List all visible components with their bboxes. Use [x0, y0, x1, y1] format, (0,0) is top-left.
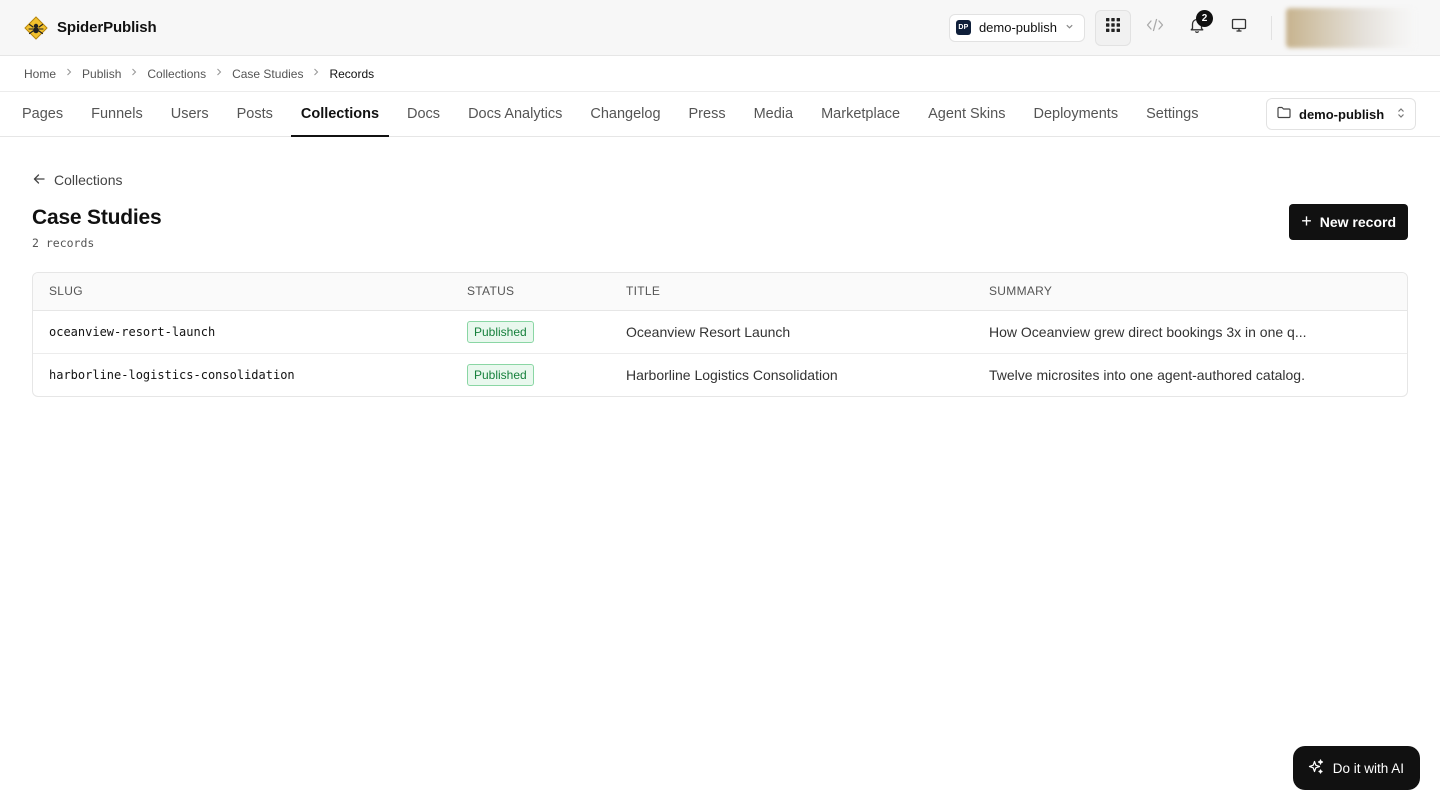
status-badge: Published [467, 363, 534, 386]
tab-docs[interactable]: Docs [393, 92, 454, 136]
column-header-status[interactable]: STATUS [451, 273, 610, 311]
tab-media[interactable]: Media [740, 92, 808, 136]
breadcrumb-records: Records [329, 66, 375, 81]
tab-users[interactable]: Users [157, 92, 223, 136]
tab-funnels[interactable]: Funnels [77, 92, 157, 136]
sparkles-icon [1308, 758, 1324, 778]
brand-name: SpiderPublish [57, 19, 157, 36]
chevron-right-icon [65, 68, 73, 79]
tab-deployments[interactable]: Deployments [1019, 92, 1132, 136]
project-switcher[interactable]: DP demo-publish [948, 13, 1085, 42]
plus-icon: + [1301, 211, 1312, 231]
preview-button[interactable] [1221, 10, 1257, 46]
column-header-slug[interactable]: SLUG [33, 273, 451, 311]
tab-marketplace[interactable]: Marketplace [807, 92, 914, 136]
breadcrumb-collections[interactable]: Collections [147, 67, 206, 81]
cell-status: Published [451, 352, 610, 396]
main-content: Collections Case Studies 2 records + New… [0, 137, 1440, 397]
code-button[interactable] [1137, 10, 1173, 46]
tab-collections[interactable]: Collections [287, 92, 393, 137]
topbar-actions: DP demo-publish 2 [948, 7, 1416, 48]
back-link-label: Collections [54, 172, 123, 188]
project-badge: DP [955, 20, 971, 35]
tab-changelog[interactable]: Changelog [576, 92, 674, 136]
cell-summary: How Oceanview grew direct bookings 3x in… [989, 323, 1307, 340]
tab-posts[interactable]: Posts [223, 92, 287, 136]
brand[interactable]: SpiderPublish [24, 15, 157, 40]
notifications-button[interactable]: 2 [1179, 9, 1215, 46]
cell-slug: harborline-logistics-consolidation [33, 352, 451, 396]
table-row[interactable]: harborline-logistics-consolidation Publi… [33, 352, 1407, 396]
monitor-icon [1231, 17, 1247, 38]
records-table: SLUG STATUS TITLE SUMMARY oceanview-reso… [32, 272, 1408, 397]
chevron-down-icon [1065, 22, 1074, 34]
chevron-right-icon [312, 68, 320, 79]
topbar-divider [1271, 15, 1272, 40]
tab-agent-skins[interactable]: Agent Skins [914, 92, 1019, 136]
code-icon [1146, 18, 1164, 37]
cell-title: Oceanview Resort Launch [626, 323, 791, 340]
new-record-label: New record [1319, 214, 1396, 230]
tab-pages[interactable]: Pages [8, 92, 77, 136]
column-header-summary[interactable]: SUMMARY [973, 273, 1407, 311]
user-avatar[interactable] [1286, 7, 1416, 48]
chevron-right-icon [130, 68, 138, 79]
chevron-up-down-icon [1397, 107, 1405, 122]
spider-logo-icon [24, 15, 48, 40]
record-count: 2 records [32, 236, 95, 250]
workspace-select-label: demo-publish [1299, 106, 1385, 122]
cell-summary: Twelve microsites into one agent-authore… [973, 352, 1407, 396]
table-header-row: SLUG STATUS TITLE SUMMARY [33, 273, 1407, 311]
status-badge: Published [467, 320, 534, 343]
ai-button-label: Do it with AI [1332, 760, 1404, 776]
back-to-collections-link[interactable]: Collections [32, 171, 1408, 189]
folder-icon [1277, 106, 1291, 122]
apps-grid-icon [1106, 18, 1120, 37]
breadcrumb-case-studies[interactable]: Case Studies [232, 67, 303, 81]
do-it-with-ai-button[interactable]: Do it with AI [1292, 746, 1420, 790]
apps-grid-button[interactable] [1095, 9, 1131, 46]
arrow-left-icon [32, 172, 46, 189]
top-bar: SpiderPublish DP demo-publish 2 [0, 0, 1440, 56]
page-header: Case Studies 2 records + New record [32, 204, 1408, 250]
cell-title: Harborline Logistics Consolidation [610, 352, 973, 396]
project-switcher-label: demo-publish [978, 20, 1057, 35]
page-title: Case Studies [32, 206, 162, 229]
table-row[interactable]: oceanview-resort-launch Published Oceanv… [33, 310, 1407, 353]
notification-count-badge: 2 [1196, 9, 1213, 27]
tab-docs-analytics[interactable]: Docs Analytics [454, 92, 576, 136]
section-tabs: Pages Funnels Users Posts Collections Do… [0, 92, 1440, 137]
chevron-right-icon [215, 68, 223, 79]
breadcrumb-publish[interactable]: Publish [82, 67, 121, 81]
tab-settings[interactable]: Settings [1132, 92, 1212, 136]
workspace-select[interactable]: demo-publish [1266, 98, 1416, 130]
breadcrumb: Home Publish Collections Case Studies Re… [0, 56, 1440, 92]
cell-slug: oceanview-resort-launch [49, 324, 216, 339]
cell-status: Published [451, 310, 610, 353]
breadcrumb-home[interactable]: Home [24, 67, 56, 81]
new-record-button[interactable]: + New record [1289, 204, 1408, 240]
column-header-title[interactable]: TITLE [610, 273, 973, 311]
tab-press[interactable]: Press [675, 92, 740, 136]
